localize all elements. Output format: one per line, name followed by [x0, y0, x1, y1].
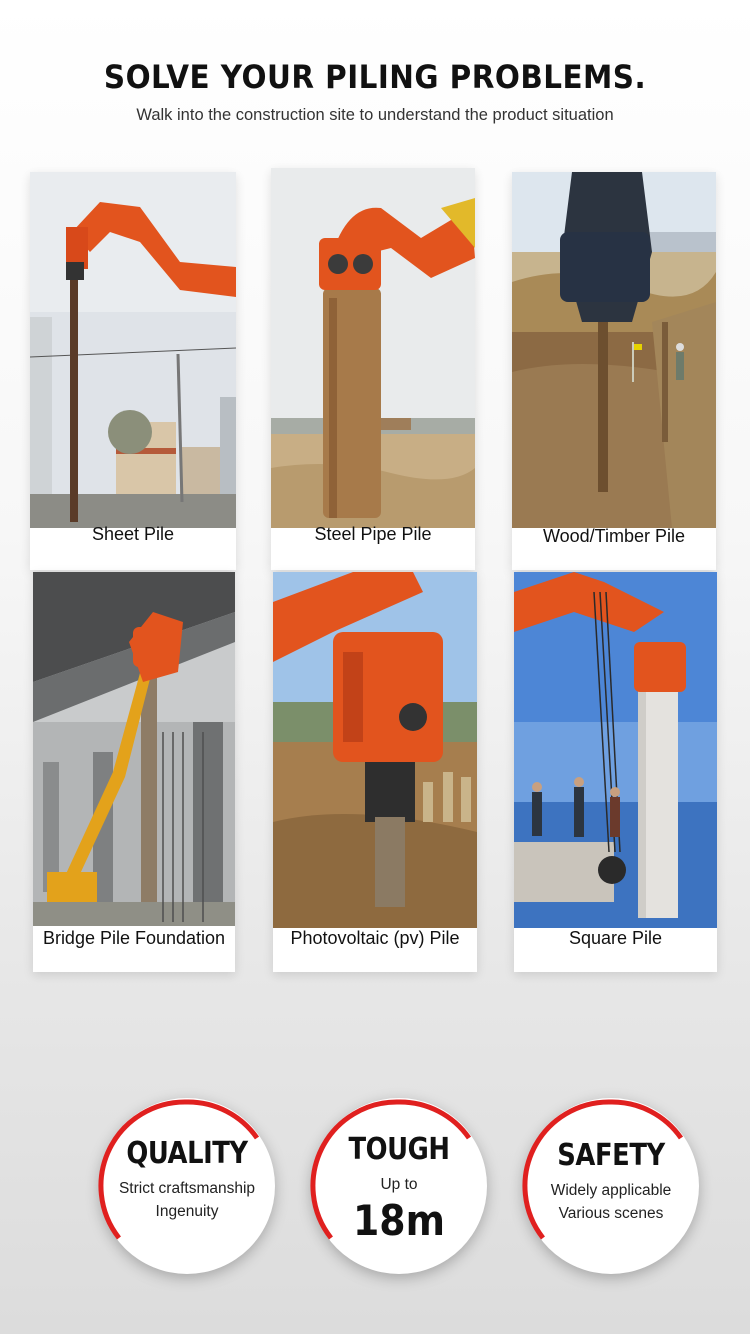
square-pile-photo: [514, 572, 717, 928]
bridge-pile-foundation-photo: [33, 572, 235, 926]
badge-highlight: 18m: [353, 1196, 445, 1245]
pile-label: Sheet Pile: [91, 524, 175, 544]
subheadline: Walk into the construction site to under…: [136, 106, 614, 124]
pile-label: Wood/Timber Pile: [542, 526, 686, 546]
badge-line: Ingenuity: [155, 1203, 219, 1220]
pile-label: Square Pile: [568, 928, 663, 948]
steel-pipe-pile-photo: [271, 168, 475, 528]
badge-line: Various scenes: [558, 1205, 664, 1222]
headline: SOLVE YOUR PILING PROBLEMS.: [103, 58, 647, 96]
badge-title: SAFETY: [557, 1138, 665, 1173]
pile-card-wood-timber-pile: Wood/Timber Pile: [512, 172, 716, 570]
wood-timber-pile-photo: [512, 172, 716, 528]
badge-title: TOUGH: [348, 1132, 450, 1167]
pile-label: Photovoltaic (pv) Pile: [290, 928, 460, 948]
pile-card-sheet-pile: Sheet Pile: [30, 172, 236, 570]
sheet-pile-photo: [30, 172, 236, 528]
pile-card-photovoltaic-pile: Photovoltaic (pv) Pile: [273, 572, 477, 972]
badge-title: QUALITY: [126, 1136, 248, 1171]
pile-label: Steel Pipe Pile: [314, 524, 432, 544]
pile-card-steel-pipe-pile: Steel Pipe Pile: [271, 168, 475, 570]
badge-line: Up to: [380, 1176, 418, 1193]
quality-badge: QUALITY Strict craftsmanship Ingenuity: [98, 1098, 275, 1274]
photovoltaic-pile-photo: [273, 572, 477, 928]
badge-line: Widely applicable: [550, 1182, 672, 1199]
badge-line: Strict craftsmanship: [118, 1180, 256, 1197]
pile-card-bridge-pile-foundation: Bridge Pile Foundation: [33, 572, 235, 972]
pile-label: Bridge Pile Foundation: [42, 928, 226, 948]
safety-badge: SAFETY Widely applicable Various scenes: [522, 1098, 699, 1274]
pile-card-square-pile: Square Pile: [514, 572, 717, 972]
tough-badge: TOUGH Up to 18m: [310, 1098, 487, 1274]
